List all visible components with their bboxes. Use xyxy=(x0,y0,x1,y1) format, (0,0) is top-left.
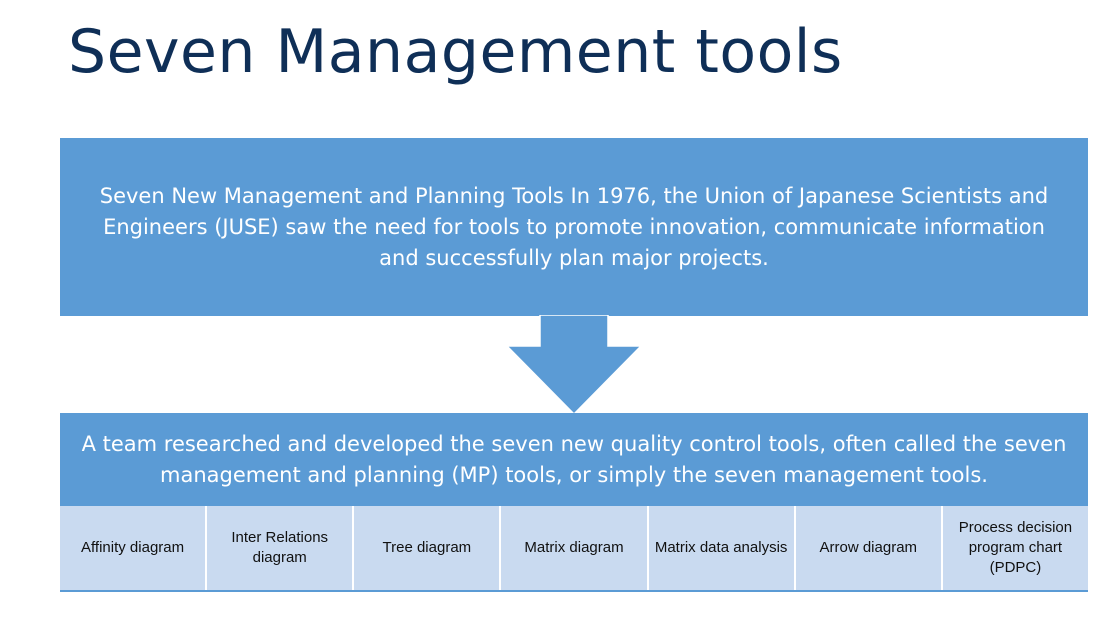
tool-cell-matrix-data-analysis: Matrix data analysis xyxy=(648,506,794,590)
tool-label: Affinity diagram xyxy=(81,539,185,556)
tool-cell-inter-relations-diagram: Inter Relations diagram xyxy=(207,506,353,590)
intro-text: Seven New Management and Planning Tools … xyxy=(99,183,1049,270)
tool-label: Tree diagram xyxy=(382,539,472,556)
down-arrow-icon xyxy=(505,315,643,416)
intro-box: Seven New Management and Planning Tools … xyxy=(60,138,1088,316)
tool-label: Matrix diagram xyxy=(524,539,624,556)
tools-row: Affinity diagram Inter Relations diagram… xyxy=(60,506,1088,592)
tool-label: Inter Relations diagram xyxy=(231,529,329,566)
tool-cell-arrow-diagram: Arrow diagram xyxy=(795,506,941,590)
tool-cell-pdpc: Process decision program chart (PDPC) xyxy=(942,506,1088,590)
tool-cell-tree-diagram: Tree diagram xyxy=(354,506,500,590)
summary-text: A team researched and developed the seve… xyxy=(81,431,1067,487)
tool-label: Arrow diagram xyxy=(819,539,918,556)
tool-cell-matrix-diagram: Matrix diagram xyxy=(501,506,647,590)
tool-label: Process decision program chart (PDPC) xyxy=(958,519,1073,576)
tool-label: Matrix data analysis xyxy=(654,539,788,556)
tool-cell-affinity-diagram: Affinity diagram xyxy=(60,506,206,590)
summary-box: A team researched and developed the seve… xyxy=(60,413,1088,506)
page-title: Seven Management tools xyxy=(68,17,843,87)
